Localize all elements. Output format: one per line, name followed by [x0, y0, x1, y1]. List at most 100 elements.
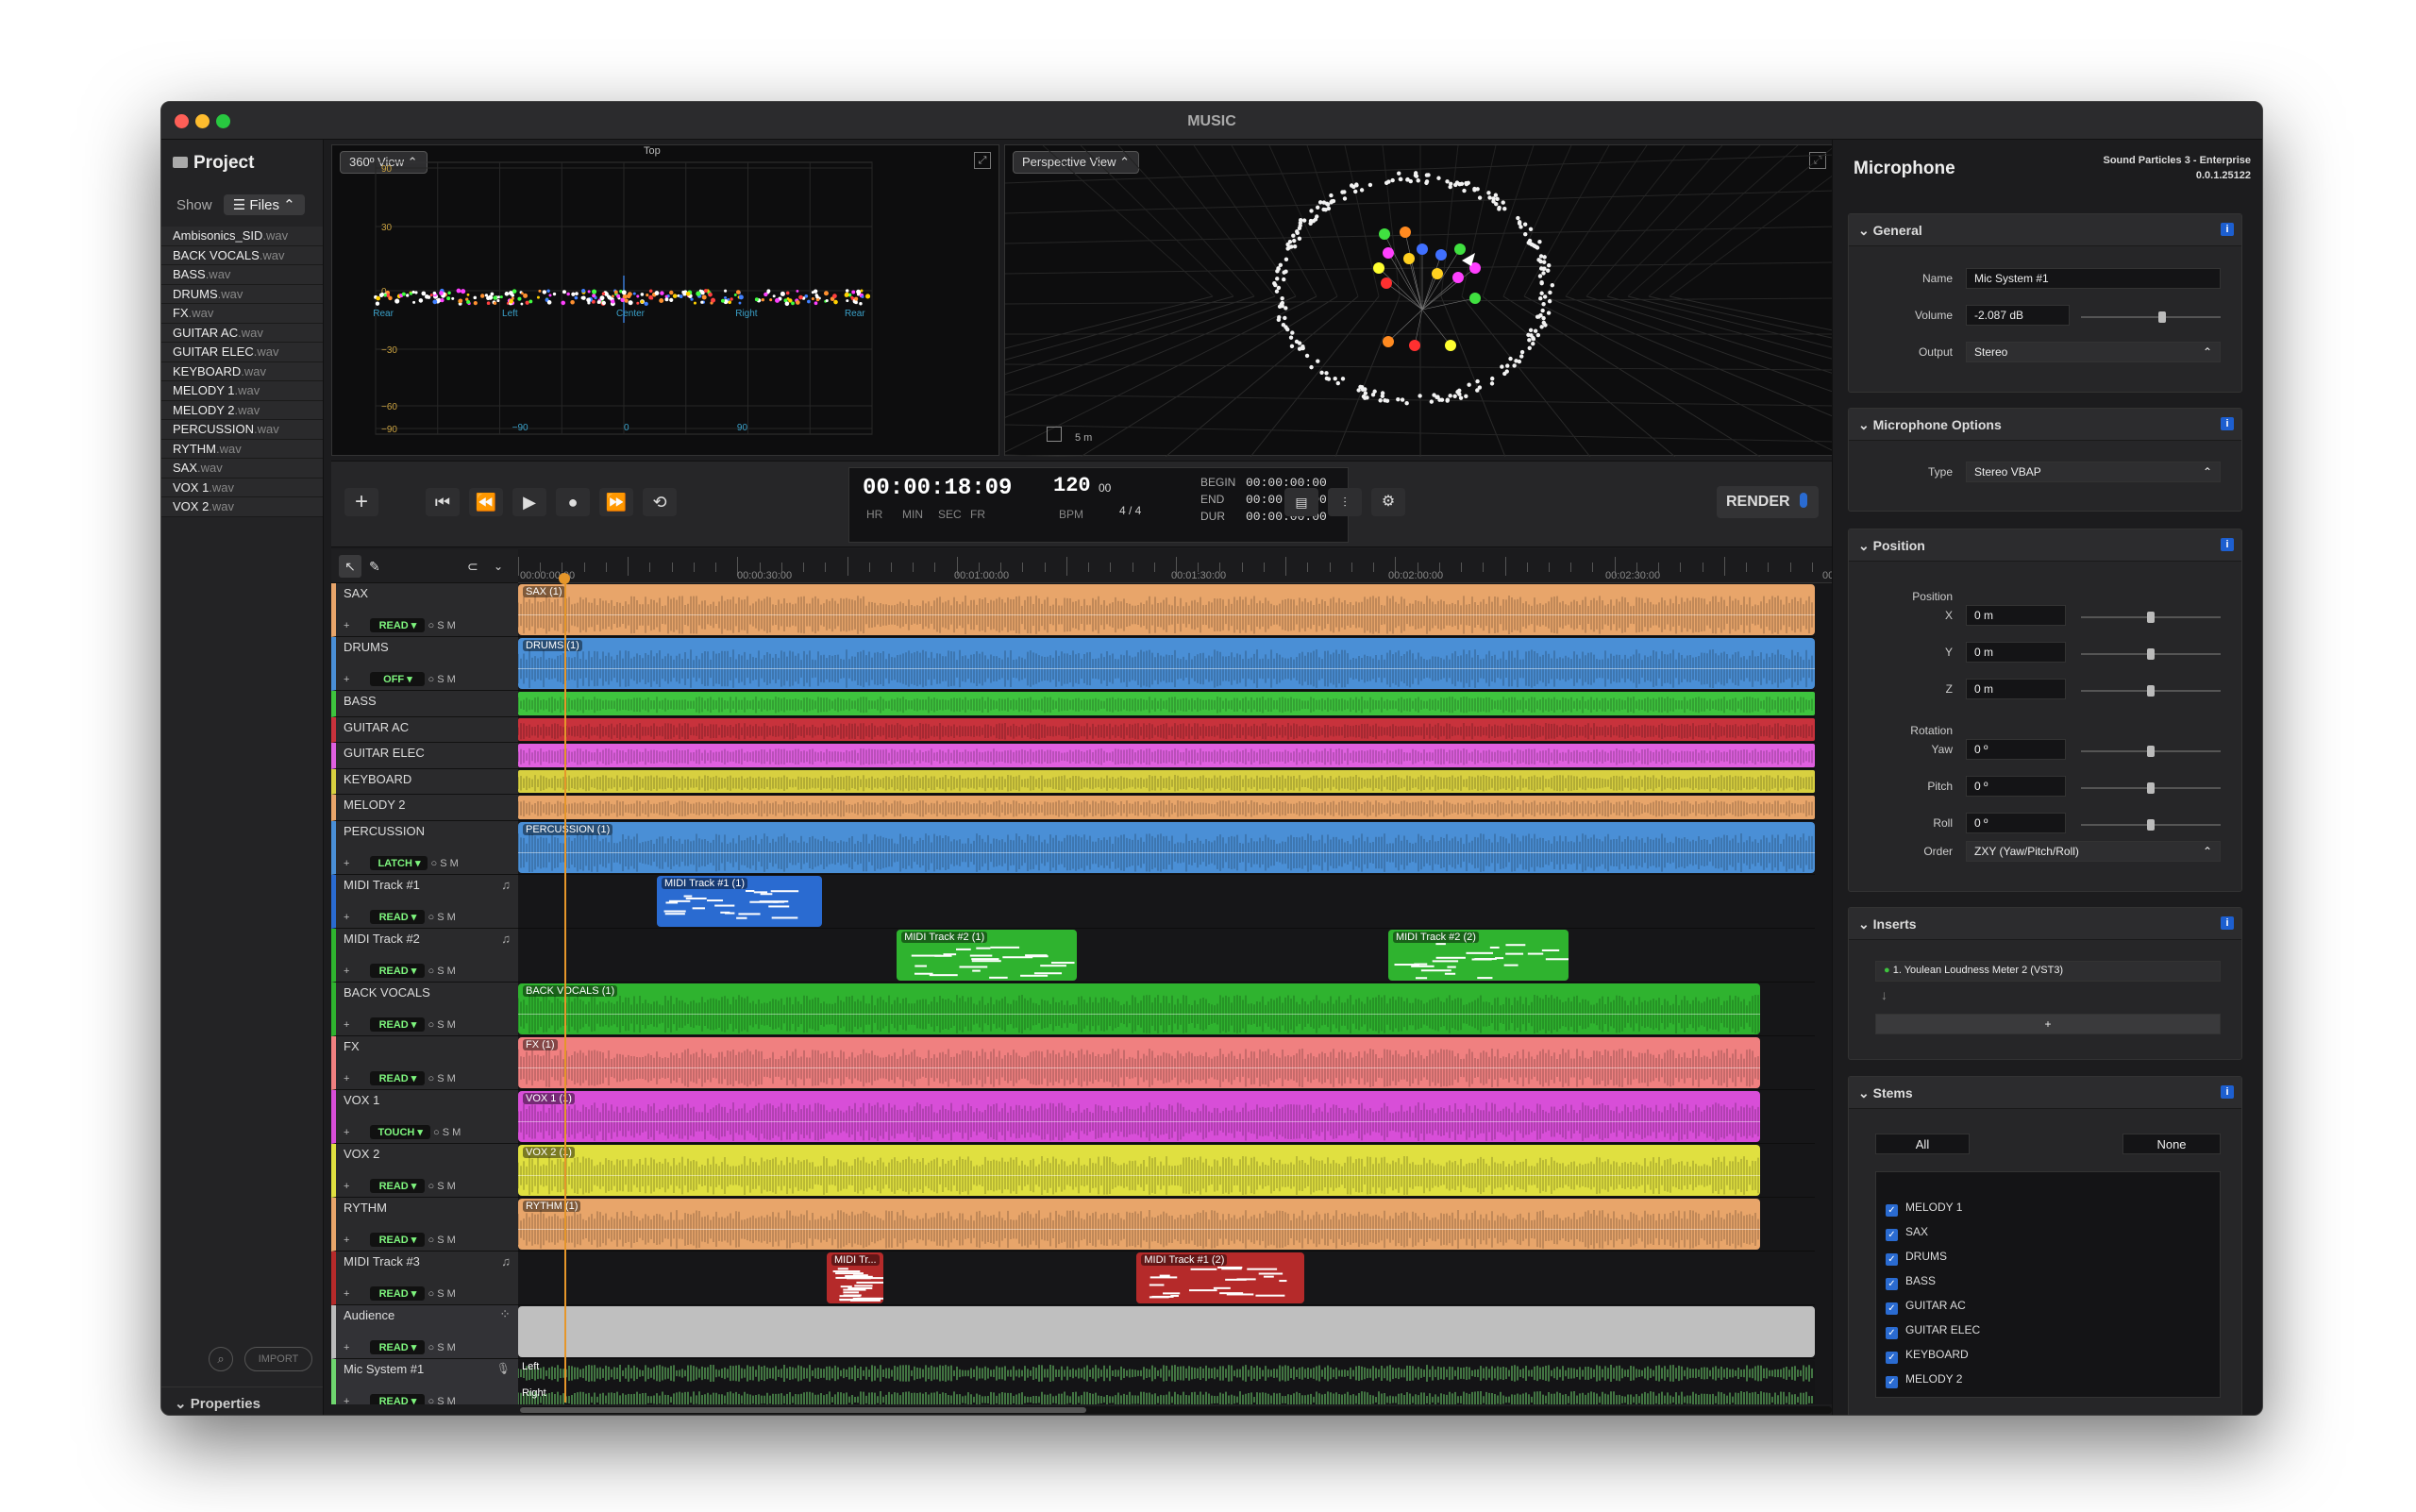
automation-mode-select[interactable]: READ ▾ — [370, 618, 426, 632]
sound-particle[interactable] — [1454, 244, 1466, 255]
automation-mode-select[interactable]: READ ▾ — [370, 909, 426, 924]
track-name[interactable]: GUITAR AC — [344, 720, 409, 734]
file-item[interactable]: MELODY 2.wav — [161, 400, 323, 420]
audio-clip[interactable]: PERCUSSION (1) — [518, 821, 1815, 873]
track-name[interactable]: GUITAR ELEC — [344, 746, 425, 760]
audio-clip[interactable] — [518, 769, 1815, 793]
audio-clip[interactable] — [518, 744, 1815, 767]
play-icon[interactable]: ▶ — [512, 488, 546, 516]
track-name[interactable]: BASS — [344, 694, 377, 708]
sound-particle[interactable] — [1469, 293, 1481, 304]
automation-mode-select[interactable]: OFF ▾ — [370, 672, 426, 686]
settings-gear-icon[interactable]: ⚙ — [1371, 488, 1405, 516]
add-automation-button[interactable]: + — [344, 966, 349, 977]
add-automation-button[interactable]: + — [344, 674, 349, 685]
loop-icon[interactable]: ⟲ — [643, 488, 677, 516]
file-item[interactable]: BASS.wav — [161, 265, 323, 285]
sound-particle[interactable] — [1409, 340, 1420, 351]
file-item[interactable]: DRUMS.wav — [161, 284, 323, 304]
file-item[interactable]: BACK VOCALS.wav — [161, 245, 323, 265]
sound-particle[interactable] — [1445, 340, 1456, 351]
track-header[interactable]: KEYBOARD — [331, 768, 518, 795]
track-header[interactable]: DRUMS + OFF ▾ ○ S M — [331, 637, 518, 691]
audio-clip[interactable]: BACK VOCALS (1) — [518, 983, 1761, 1034]
track-name[interactable]: MELODY 2 — [344, 798, 406, 812]
track-lane[interactable]: SAX (1) — [518, 583, 1815, 637]
track-header[interactable]: SAX + READ ▾ ○ S M — [331, 583, 518, 637]
sound-particle[interactable] — [1373, 262, 1384, 274]
track-name[interactable]: MIDI Track #2 — [344, 932, 420, 946]
grid-view-icon[interactable]: ▤ — [1284, 488, 1318, 516]
track-lane[interactable] — [518, 743, 1815, 769]
track-lane[interactable] — [518, 795, 1815, 821]
track-name[interactable]: BACK VOCALS — [344, 985, 430, 1000]
track-header[interactable]: MIDI Track #1 + READ ▾ ○ S M ♫ — [331, 874, 518, 929]
track-lane[interactable] — [518, 769, 1815, 795]
file-item[interactable]: GUITAR AC.wav — [161, 323, 323, 343]
audio-clip[interactable]: SAX (1) — [518, 584, 1815, 635]
sound-particle[interactable] — [1452, 272, 1464, 283]
time-signature[interactable]: 4 / 4 — [1119, 504, 1141, 517]
snap-icon[interactable]: ⊂ — [467, 555, 478, 578]
add-automation-button[interactable]: + — [344, 912, 349, 923]
automation-mode-select[interactable]: LATCH ▾ — [370, 855, 428, 870]
audio-clip[interactable] — [518, 692, 1815, 715]
midi-clip[interactable]: MIDI Track #2 (2) — [1387, 929, 1569, 981]
sound-particle[interactable] — [1435, 249, 1447, 260]
sound-particle[interactable] — [1379, 228, 1390, 240]
audio-clip[interactable] — [518, 796, 1815, 819]
view-360-panel[interactable]: 360º View ⌃ Top ⤢ 90 30 0 −30 −60 −90 −90 0 90 Re… — [331, 144, 999, 456]
solo-button[interactable]: ○ S M — [425, 1019, 455, 1031]
file-item[interactable]: FX.wav — [161, 304, 323, 324]
track-lane[interactable]: DRUMS (1) — [518, 637, 1815, 691]
track-name[interactable]: SAX — [344, 586, 368, 600]
automation-mode-select[interactable]: READ ▾ — [370, 1016, 426, 1032]
chevron-down-icon[interactable]: ⌄ — [494, 555, 503, 578]
add-automation-button[interactable]: + — [344, 1019, 349, 1031]
properties-section[interactable]: ⌄ Properties — [161, 1386, 323, 1415]
track-lane[interactable]: MIDI Track #1 (1) — [518, 875, 1815, 929]
sound-particle[interactable] — [1383, 247, 1394, 259]
file-item[interactable]: VOX 2.wav — [161, 497, 323, 517]
search-icon[interactable]: ⌕ — [209, 1347, 233, 1371]
solo-button[interactable]: ○ S M — [425, 674, 455, 685]
audio-clip[interactable]: DRUMS (1) — [518, 638, 1815, 689]
solo-button[interactable]: ○ S M — [425, 620, 455, 631]
rewind-icon[interactable]: ⏪ — [469, 488, 503, 516]
file-item[interactable]: PERCUSSION.wav — [161, 420, 323, 440]
track-header[interactable]: BACK VOCALS + READ ▾ ○ S M — [331, 982, 518, 1036]
file-item[interactable]: SAX.wav — [161, 459, 323, 479]
mixer-icon[interactable]: ⫶ — [1328, 488, 1362, 516]
import-button[interactable]: IMPORT — [244, 1347, 312, 1371]
track-name[interactable]: MIDI Track #1 — [344, 878, 420, 892]
add-track-button[interactable]: + — [344, 488, 378, 516]
audio-clip[interactable] — [518, 717, 1815, 741]
track-name[interactable]: KEYBOARD — [344, 772, 411, 786]
solo-button[interactable]: ○ S M — [425, 912, 455, 923]
solo-button[interactable]: ○ S M — [428, 858, 459, 869]
track-lane[interactable] — [518, 691, 1815, 717]
sound-particle[interactable] — [1417, 244, 1428, 255]
file-item[interactable]: Ambisonics_SID.wav — [161, 227, 323, 246]
bpm-value[interactable]: 120 — [1053, 474, 1091, 497]
sound-particle[interactable] — [1400, 227, 1411, 238]
track-header[interactable]: BASS — [331, 691, 518, 717]
add-automation-button[interactable]: + — [344, 858, 349, 869]
file-item[interactable]: VOX 1.wav — [161, 478, 323, 497]
sound-particle[interactable] — [1381, 277, 1392, 289]
track-lane[interactable]: BACK VOCALS (1) — [518, 983, 1815, 1036]
file-item[interactable]: MELODY 1.wav — [161, 381, 323, 401]
add-automation-button[interactable]: + — [344, 620, 349, 631]
perspective-view-panel[interactable]: Perspective View ⌃ ⤢ 5 m — [1004, 144, 1836, 457]
track-lane[interactable]: MIDI Track #2 (1) MIDI Track #2 (2) — [518, 929, 1815, 983]
solo-button[interactable]: ○ S M — [425, 966, 455, 977]
automation-mode-select[interactable]: READ ▾ — [370, 963, 426, 978]
track-name[interactable]: DRUMS — [344, 640, 389, 654]
track-header[interactable]: GUITAR AC — [331, 716, 518, 743]
track-header[interactable]: MELODY 2 — [331, 795, 518, 821]
render-button[interactable]: RENDER — [1717, 486, 1819, 518]
midi-clip[interactable]: MIDI Track #2 (1) — [897, 929, 1078, 981]
record-icon[interactable]: ● — [556, 488, 590, 516]
show-files-select[interactable]: ☰ Files ⌃ — [223, 194, 305, 215]
file-item[interactable]: GUITAR ELEC.wav — [161, 343, 323, 362]
